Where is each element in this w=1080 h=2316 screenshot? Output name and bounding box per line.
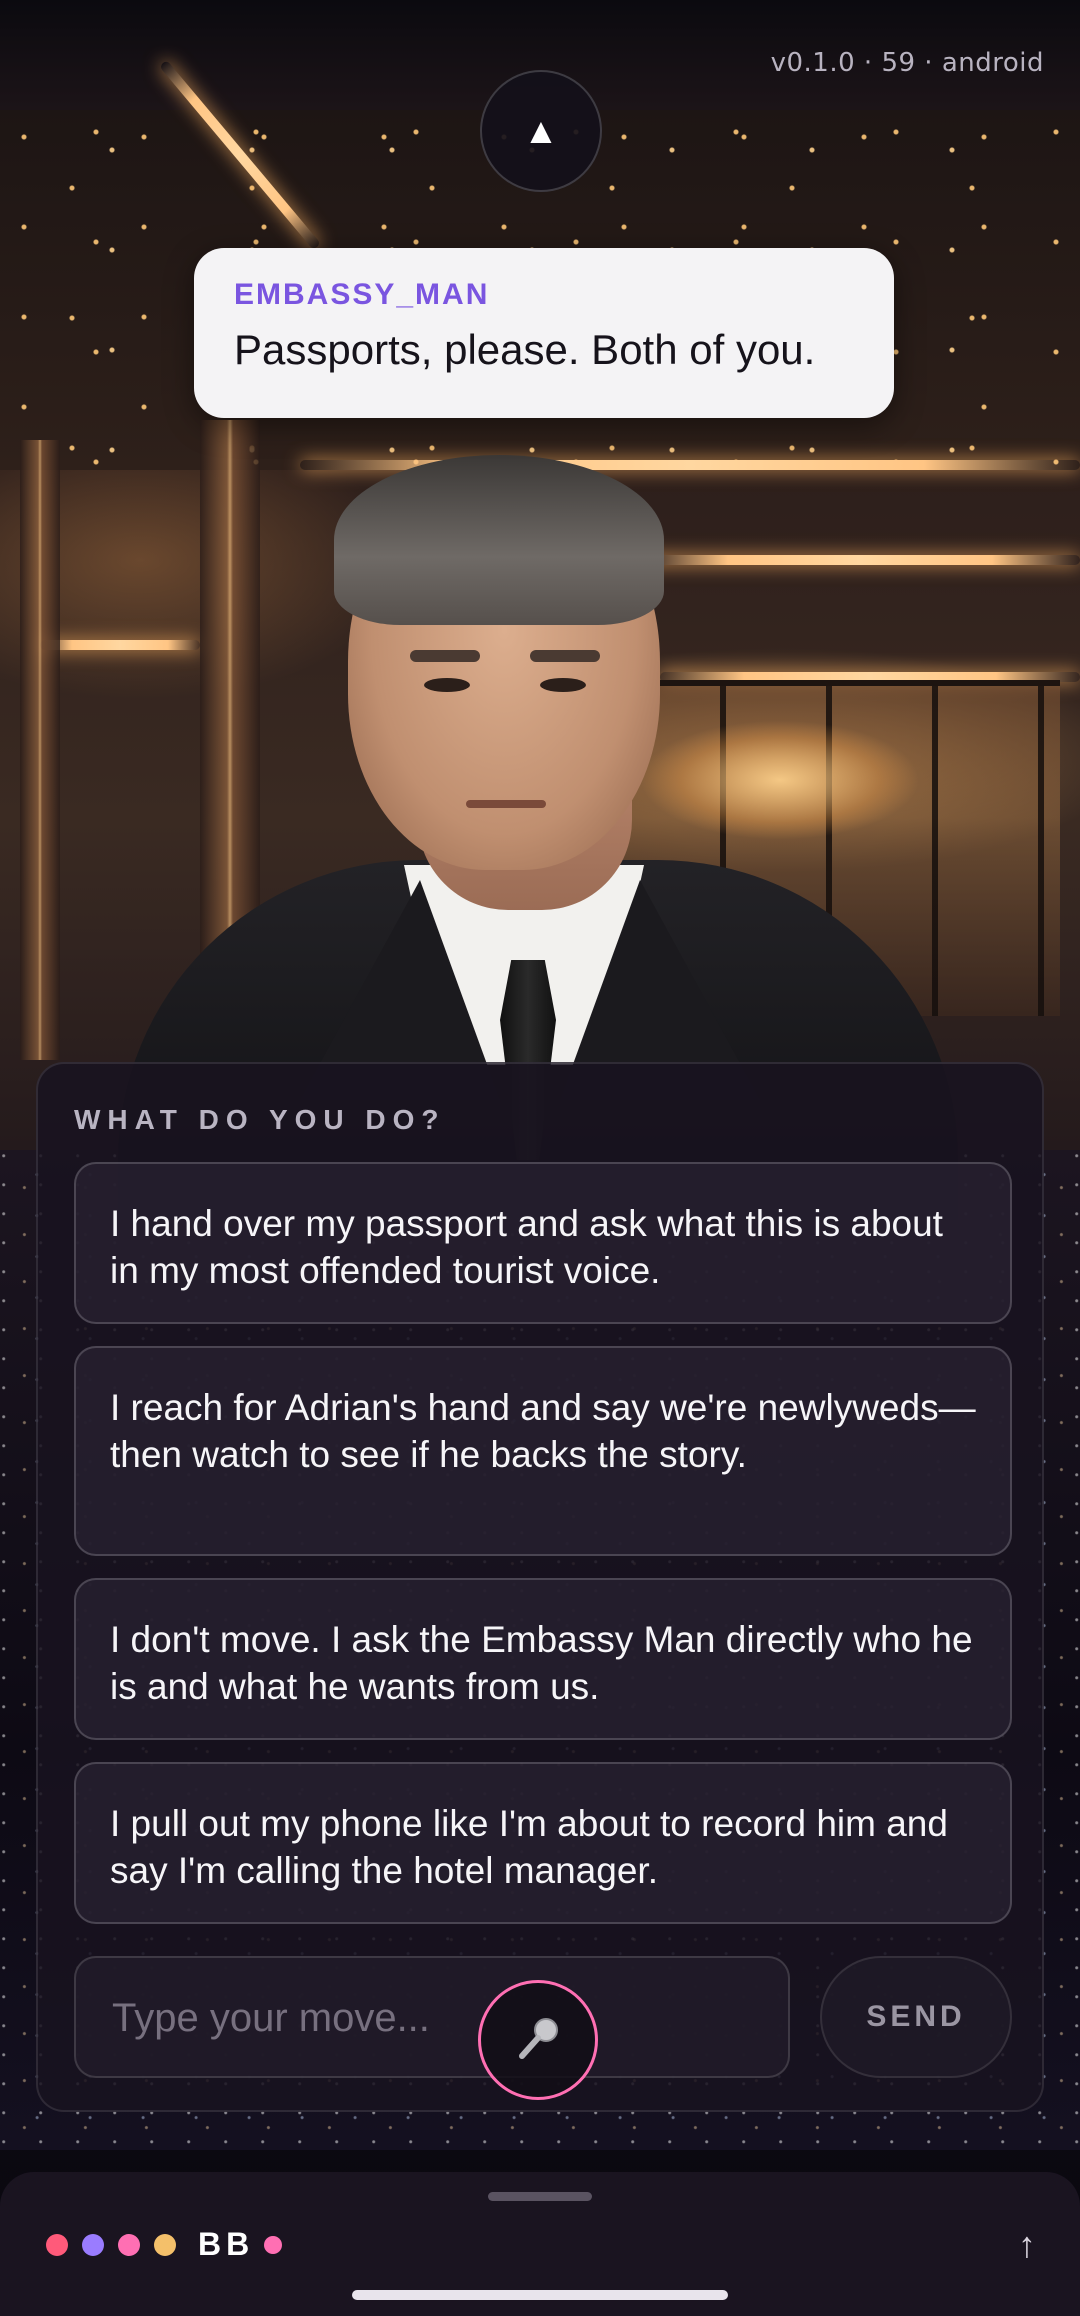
status-dot: [46, 2234, 68, 2256]
status-dot: [154, 2234, 176, 2256]
choice-prompt: WHAT DO YOU DO?: [74, 1104, 446, 1135]
arrow-up-icon[interactable]: ↑: [1018, 2224, 1036, 2266]
choice-text: I don't move. I ask the Embassy Man dire…: [110, 1619, 973, 1707]
dock-title: BB: [198, 2226, 255, 2262]
version-label: v0.1.0 · 59 · android: [770, 48, 1044, 78]
move-input[interactable]: [110, 1958, 754, 2078]
home-indicator[interactable]: [352, 2290, 728, 2300]
choice-option-4[interactable]: I pull out my phone like I'm about to re…: [74, 1762, 1012, 1924]
hair: [334, 455, 664, 625]
mouth: [466, 800, 546, 808]
collapse-button[interactable]: ▲: [480, 70, 602, 192]
choice-text: I hand over my passport and ask what thi…: [110, 1203, 943, 1291]
choice-text: I pull out my phone like I'm about to re…: [110, 1803, 948, 1891]
choice-option-2[interactable]: I reach for Adrian's hand and say we're …: [74, 1346, 1012, 1556]
move-input-container: [74, 1956, 790, 2078]
status-dot: [82, 2234, 104, 2256]
status-dot: [118, 2234, 140, 2256]
choice-text: I reach for Adrian's hand and say we're …: [110, 1387, 976, 1475]
drag-handle[interactable]: [488, 2192, 592, 2201]
eye-right: [540, 678, 586, 692]
eye-left: [424, 678, 470, 692]
dialogue-line: Passports, please. Both of you.: [234, 326, 816, 373]
status-dot: [264, 2236, 282, 2254]
choice-panel: WHAT DO YOU DO? I hand over my passport …: [36, 1062, 1044, 2112]
choice-option-1[interactable]: I hand over my passport and ask what thi…: [74, 1162, 1012, 1324]
send-button[interactable]: SEND: [820, 1956, 1012, 2078]
eyebrow-left: [410, 650, 480, 662]
mic-button[interactable]: [478, 1980, 598, 2100]
triangle-up-icon: ▲: [523, 110, 559, 151]
speaker-name: EMBASSY_MAN: [234, 278, 490, 311]
choice-option-3[interactable]: I don't move. I ask the Embassy Man dire…: [74, 1578, 1012, 1740]
microphone-icon: [519, 2018, 558, 2059]
eyebrow-right: [530, 650, 600, 662]
speech-bubble: EMBASSY_MAN Passports, please. Both of y…: [194, 248, 894, 418]
